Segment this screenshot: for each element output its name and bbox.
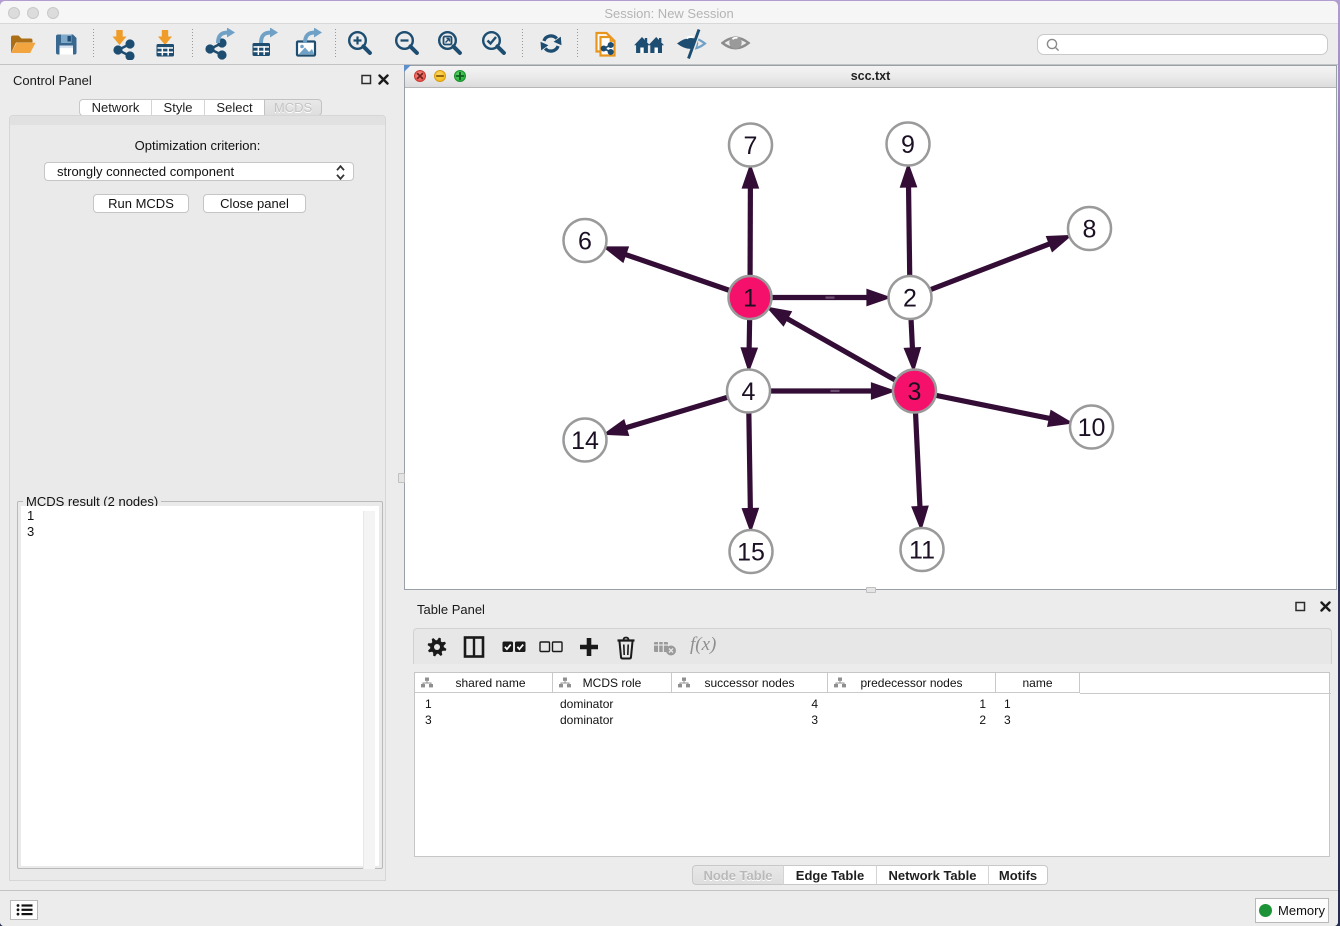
svg-text:3: 3 xyxy=(908,378,922,406)
svg-text:14: 14 xyxy=(571,427,599,455)
svg-text:9: 9 xyxy=(901,131,915,159)
svg-text:7: 7 xyxy=(744,132,758,160)
svg-text:8: 8 xyxy=(1083,215,1097,243)
svg-text:2: 2 xyxy=(903,284,917,312)
svg-text:6: 6 xyxy=(578,227,592,255)
svg-text:10: 10 xyxy=(1078,414,1106,442)
svg-text:1: 1 xyxy=(743,284,757,312)
svg-text:15: 15 xyxy=(737,538,765,566)
svg-text:11: 11 xyxy=(909,536,935,564)
svg-text:4: 4 xyxy=(742,378,756,406)
